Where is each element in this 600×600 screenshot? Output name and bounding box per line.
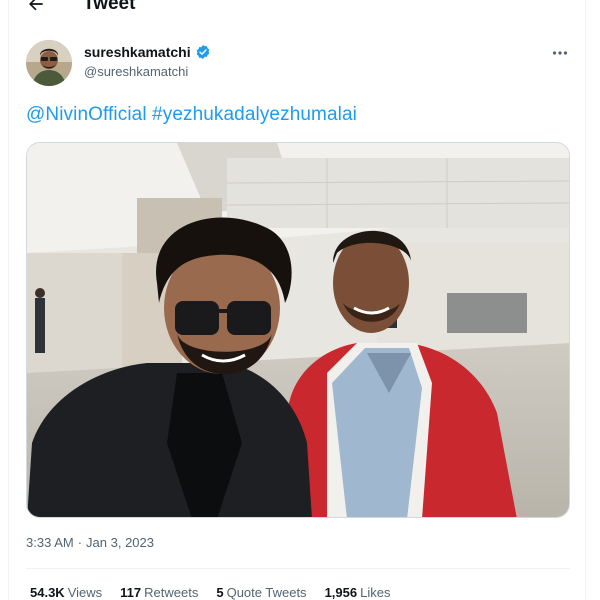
tweet-photo[interactable] (26, 142, 570, 518)
tweet-text: @NivinOfficial #yezhukadalyezhumalai (26, 104, 357, 126)
stat-views[interactable]: 54.3K Views (30, 585, 102, 600)
mention-link[interactable]: @NivinOfficial (26, 104, 147, 125)
author-display-name[interactable]: sureshkamatchi (84, 44, 191, 60)
tweet-time: 3:33 AM (26, 535, 74, 550)
stat-quote-tweets[interactable]: 5 Quote Tweets (216, 585, 306, 600)
more-options-icon (552, 51, 568, 55)
stat-likes[interactable]: 1,956 Likes (325, 585, 391, 600)
more-options-button[interactable] (548, 44, 572, 62)
tweet-timestamp[interactable]: 3:33 AM · Jan 3, 2023 (26, 535, 154, 550)
author-info: sureshkamatchi @sureshkamatchi (84, 44, 211, 79)
page-title: Tweet (83, 0, 136, 14)
meta-separator: · (77, 535, 83, 550)
stat-retweets[interactable]: 117 Retweets (120, 585, 198, 600)
hashtag-link[interactable]: #yezhukadalyezhumalai (152, 104, 357, 125)
arrow-left-icon (29, 0, 43, 11)
author-handle[interactable]: @sureshkamatchi (84, 64, 211, 79)
divider (26, 568, 570, 569)
avatar[interactable] (26, 40, 72, 86)
engagement-stats: 54.3K Views 117 Retweets 5 Quote Tweets 1,9… (30, 585, 390, 600)
verified-badge-icon (196, 45, 209, 59)
back-button[interactable] (24, 0, 48, 16)
tweet-date: Jan 3, 2023 (86, 535, 154, 550)
tweet-header: Tweet (0, 0, 600, 20)
